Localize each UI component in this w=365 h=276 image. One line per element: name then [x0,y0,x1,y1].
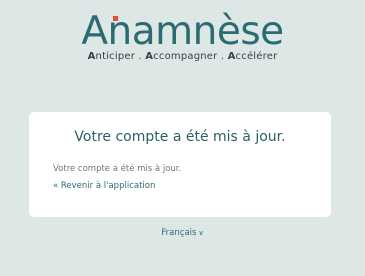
status-message: Votre compte a été mis à jour. [53,164,182,174]
logo-accent-square [113,16,119,21]
back-to-app-link[interactable]: « Revenir à l'application [53,181,155,191]
page-title: Votre compte a été mis à jour. [74,129,286,145]
info-card: Votre compte a été mis à jour. Votre com… [29,112,331,217]
language-label: Français [161,228,197,238]
logo-text: Anamnèse [81,9,284,54]
logo-wordmark: Anamnèse [81,9,284,54]
logo: Anamnèse Anticiper . Accompagner . Accél… [0,9,365,63]
language-selector[interactable]: Français ∨ [0,228,365,238]
chevron-down-icon: ∨ [198,229,204,237]
